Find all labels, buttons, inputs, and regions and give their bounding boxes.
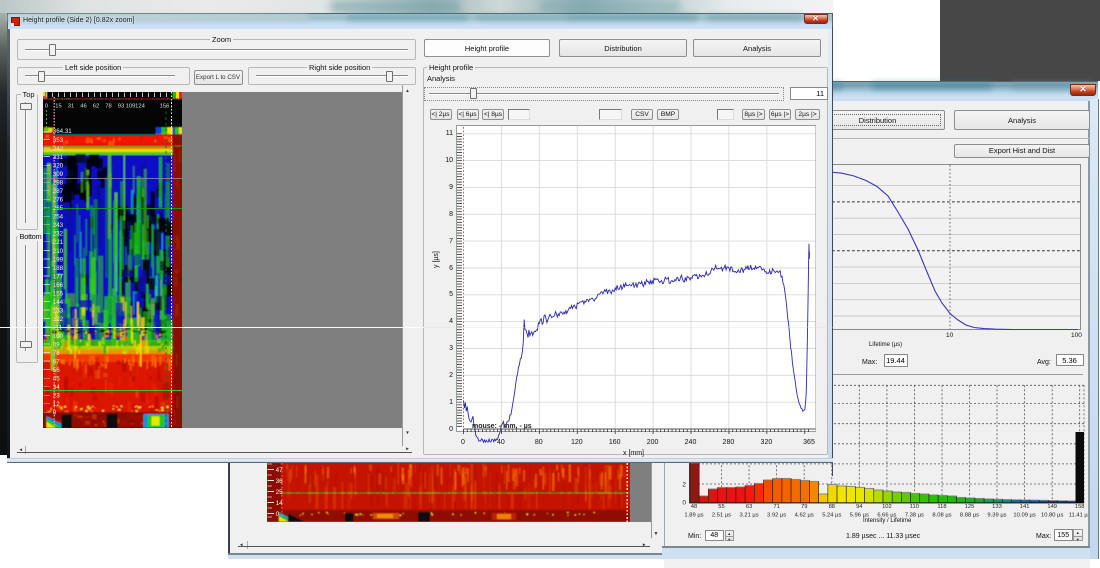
- svg-text:8.88 µs: 8.88 µs: [960, 513, 979, 519]
- svg-text:0: 0: [682, 500, 686, 507]
- svg-text:10.80 µs: 10.80 µs: [1041, 513, 1063, 519]
- svg-text:11.41 µs: 11.41 µs: [1069, 513, 1088, 519]
- svg-text:102: 102: [882, 504, 892, 510]
- svg-text:118: 118: [937, 504, 946, 510]
- svg-text:110: 110: [910, 504, 919, 510]
- svg-text:3.92 µs: 3.92 µs: [767, 513, 786, 519]
- svg-text:3.21 µs: 3.21 µs: [740, 513, 759, 519]
- svg-text:158: 158: [1075, 504, 1085, 510]
- svg-text:79: 79: [801, 504, 807, 510]
- svg-text:55: 55: [718, 504, 724, 510]
- svg-text:0: 0: [276, 511, 280, 518]
- svg-text:1.89 µs: 1.89 µs: [684, 513, 703, 519]
- svg-text:125: 125: [965, 504, 975, 510]
- svg-text:4.62 µs: 4.62 µs: [795, 513, 814, 519]
- svg-text:9.39 µs: 9.39 µs: [987, 513, 1006, 519]
- svg-text:5.24 µs: 5.24 µs: [822, 513, 841, 519]
- svg-text:2: 2: [682, 481, 686, 488]
- svg-text:149: 149: [1047, 504, 1057, 510]
- svg-text:94: 94: [856, 504, 863, 510]
- svg-text:133: 133: [992, 504, 1002, 510]
- svg-text:141: 141: [1020, 504, 1030, 510]
- svg-text:10.09 µs: 10.09 µs: [1013, 513, 1035, 519]
- svg-text:63: 63: [746, 504, 752, 510]
- svg-text:48: 48: [691, 504, 697, 510]
- svg-text:88: 88: [829, 504, 835, 510]
- svg-text:2.51 µs: 2.51 µs: [712, 513, 731, 519]
- svg-text:8.08 µs: 8.08 µs: [932, 513, 951, 519]
- svg-text:71: 71: [773, 504, 779, 510]
